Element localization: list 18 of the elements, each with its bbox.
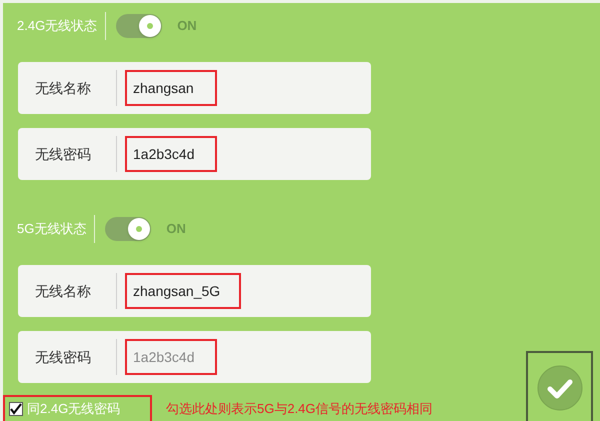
toggle-switch[interactable] xyxy=(116,14,162,38)
text-field[interactable]: zhangsan_5G xyxy=(125,273,241,309)
status-label: 5G无线状态 xyxy=(17,215,96,243)
switch-state-label: ON xyxy=(166,220,186,238)
switch-state-label: ON xyxy=(177,17,197,36)
toggle-switch[interactable] xyxy=(105,217,152,241)
checkmark-icon xyxy=(10,403,22,415)
annotation-note: 勾选此处则表示5G与2.4G信号的无线密码相同 xyxy=(166,400,433,418)
field-label: 无线密码 xyxy=(34,348,92,366)
save-button[interactable] xyxy=(526,351,593,421)
checkbox[interactable] xyxy=(9,402,23,416)
text-field[interactable]: zhangsan xyxy=(125,70,217,106)
field-label: 无线密码 xyxy=(34,144,92,164)
status-label: 2.4G无线状态 xyxy=(17,12,106,40)
field-label: 无线名称 xyxy=(34,282,92,300)
text-field[interactable]: 1a2b3c4d xyxy=(125,136,217,172)
checkmark-icon xyxy=(536,365,582,411)
field-label: 无线名称 xyxy=(34,78,92,98)
